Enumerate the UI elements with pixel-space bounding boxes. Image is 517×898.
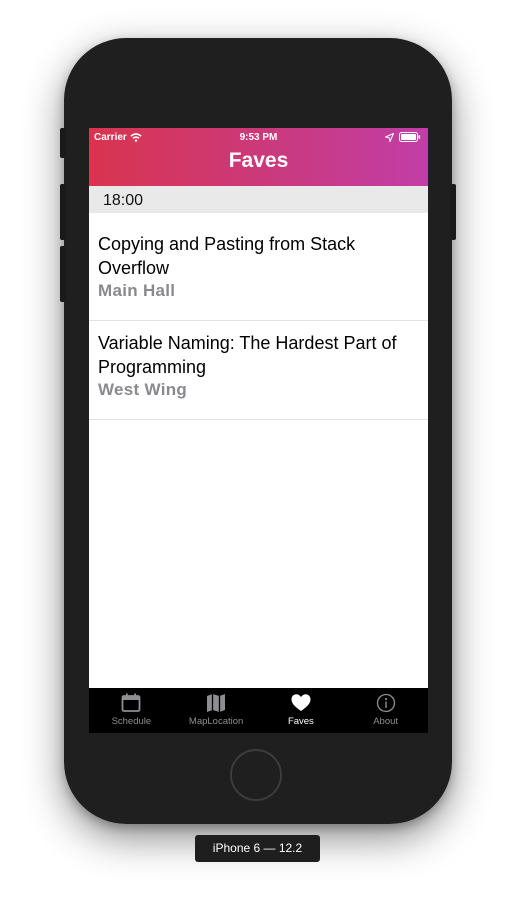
- session-location: West Wing: [98, 380, 188, 399]
- device-label: iPhone 6 — 12.2: [195, 835, 320, 862]
- status-right: [385, 132, 421, 142]
- session-title: Variable Naming: The Hardest Part of Pro…: [98, 333, 397, 377]
- status-time: 9:53 PM: [239, 132, 278, 143]
- tab-bar: Schedule MapLocation Faves About: [89, 688, 428, 733]
- info-icon: [376, 693, 395, 713]
- mute-switch: [60, 128, 66, 158]
- volume-up-button: [60, 184, 66, 240]
- session-location: Main Hall: [98, 281, 176, 300]
- home-button[interactable]: [230, 749, 282, 801]
- page-title: Faves: [228, 149, 289, 172]
- tab-label: Faves: [287, 716, 314, 727]
- section-header-time: 18:00: [89, 186, 428, 213]
- list-item[interactable]: Copying and Pasting from Stack Overflow …: [89, 213, 428, 321]
- heart-icon: [291, 694, 311, 711]
- session-title: Copying and Pasting from Stack Overflow: [98, 234, 356, 278]
- tab-about[interactable]: About: [343, 688, 428, 733]
- navigation-bar: Carrier 9:53 PM Faves: [89, 128, 428, 186]
- tab-faves[interactable]: Faves: [259, 688, 344, 733]
- map-icon: [207, 694, 226, 712]
- location-arrow-icon: [385, 132, 394, 142]
- tab-schedule[interactable]: Schedule: [89, 688, 174, 733]
- tab-label: About: [373, 716, 399, 727]
- calendar-icon: [121, 693, 141, 712]
- volume-down-button: [60, 246, 66, 302]
- tab-label: MapLocation: [188, 716, 244, 727]
- power-button: [450, 184, 456, 240]
- list-item[interactable]: Variable Naming: The Hardest Part of Pro…: [89, 321, 428, 420]
- battery-icon: [399, 132, 421, 142]
- device-screen: Carrier 9:53 PM Faves 18:00 Copying and …: [89, 128, 428, 733]
- tab-maplocation[interactable]: MapLocation: [174, 688, 259, 733]
- tab-label: Schedule: [111, 716, 152, 727]
